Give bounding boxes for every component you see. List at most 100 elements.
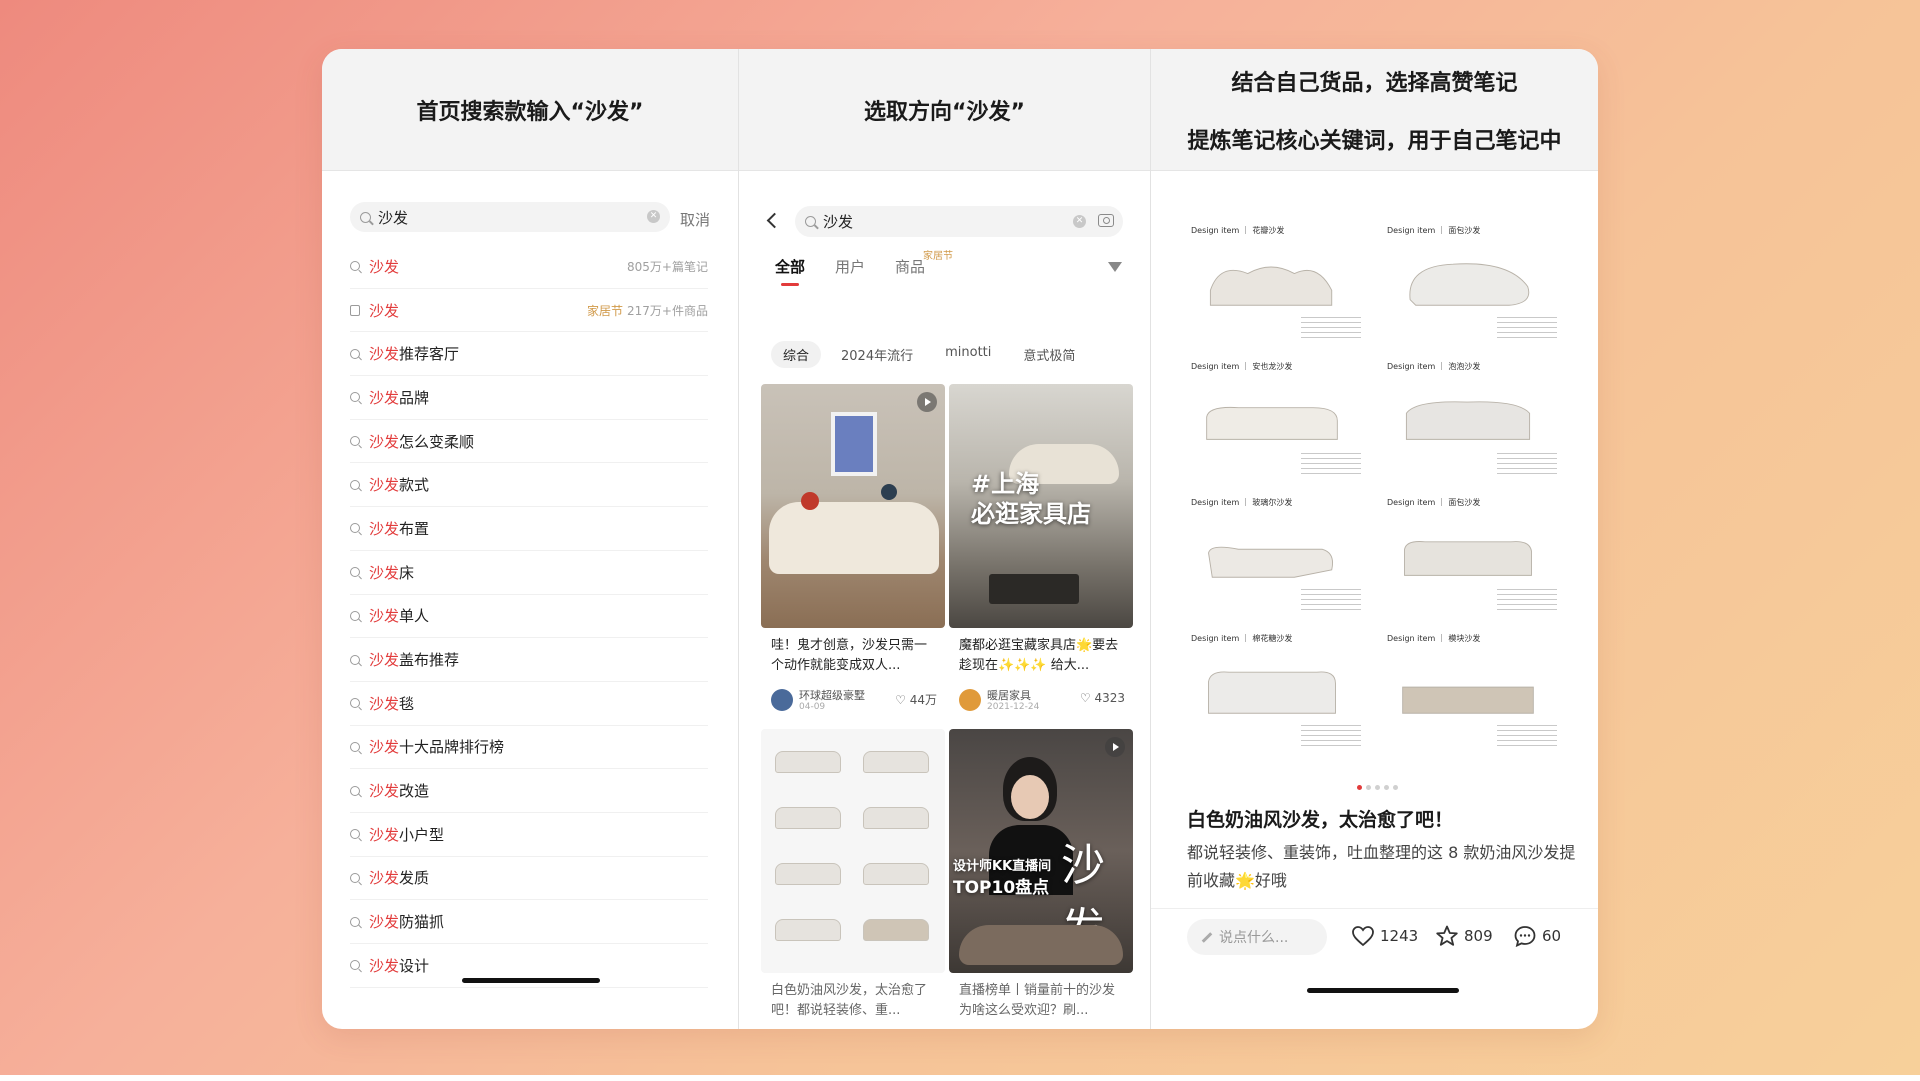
- suggestion-item[interactable]: 沙发 家居节 217万+件商品: [350, 289, 708, 333]
- carousel-dots: [1357, 785, 1398, 790]
- cover-overlay-line2: TOP10盘点: [953, 878, 1050, 898]
- suggestion-item[interactable]: 沙发 布置: [350, 507, 708, 551]
- sofa-description-lines: [1301, 725, 1361, 747]
- search-icon: [350, 916, 360, 927]
- author-name: 暖居家具: [987, 689, 1031, 702]
- search-icon: [350, 829, 360, 840]
- tab-users[interactable]: 用户: [835, 256, 865, 277]
- suggestion-item[interactable]: 沙发 发质: [350, 857, 708, 901]
- like-button[interactable]: 1243: [1351, 925, 1418, 947]
- suggestion-suffix: 发质: [399, 869, 430, 888]
- sofa-item-label: Design item ｜ 模块沙发: [1387, 634, 1481, 643]
- suggestion-item[interactable]: 沙发 小户型: [350, 813, 708, 857]
- pen-icon: [1201, 931, 1213, 943]
- sofa-image: [1208, 546, 1334, 578]
- back-icon[interactable]: [766, 212, 783, 229]
- post-date: 2021-12-24: [987, 702, 1040, 712]
- carousel-dot: [1366, 785, 1371, 790]
- suggestion-count: 805万+篇笔记: [627, 259, 708, 274]
- note-cover-image: #上海 必逛家具店: [949, 384, 1133, 628]
- suggestion-suffix: 品牌: [399, 388, 430, 407]
- step3-title-line2: 提炼笔记核心关键词，用于自己笔记中: [1187, 128, 1562, 154]
- like-count[interactable]: ♡ 44万: [895, 691, 937, 708]
- suggestion-keyword: 沙发: [369, 956, 400, 975]
- suggestion-item[interactable]: 沙发 十大品牌排行榜: [350, 726, 708, 770]
- suggestion-item[interactable]: 沙发 推荐客厅: [350, 332, 708, 377]
- suggestion-item[interactable]: 沙发床: [350, 551, 708, 595]
- suggestion-item[interactable]: 沙发 单人: [350, 595, 708, 639]
- search-query: 沙发: [378, 208, 409, 227]
- note-title: 魔都必逛宝藏家具店🌟要去趁现在✨✨✨ 给大...: [959, 638, 1119, 673]
- suggestion-keyword: 沙发: [369, 432, 400, 451]
- chip-composite[interactable]: 综合: [771, 341, 822, 368]
- note-title: 哇！鬼才创意，沙发只需一个动作就能变成双人...: [771, 638, 928, 673]
- cancel-button[interactable]: 取消: [680, 209, 710, 230]
- sofa-item-label: Design item ｜ 安也龙沙发: [1191, 362, 1293, 371]
- sofa-item-label: Design item ｜ 面包沙发: [1387, 498, 1481, 507]
- cover-overlay-line2: 必逛家具店: [971, 500, 1091, 528]
- note-title: 直播榜单丨销量前十的沙发 为啥这么受欢迎？刷...: [959, 983, 1116, 1018]
- suggestion-suffix: 款式: [399, 476, 430, 495]
- search-suggestions-panel: 首页搜索款输入“沙发” 沙发 ✕ 取消 沙发 805万+篇笔记 沙发 家居节 217万+…: [322, 49, 738, 1029]
- like-count-value: 4323: [1094, 691, 1125, 705]
- suggestion-item[interactable]: 沙发 改造: [350, 769, 708, 813]
- search-input[interactable]: 沙发 ✕: [350, 202, 670, 232]
- note-card[interactable]: 设计师KK直播间 TOP10盘点 沙发 直播榜单丨销量前十的沙发 为啥这么受欢迎…: [949, 729, 1133, 1029]
- collect-button[interactable]: 809: [1435, 925, 1493, 947]
- suggestion-item[interactable]: 沙发 款式: [350, 463, 708, 508]
- home-indicator: [1307, 988, 1459, 993]
- suggestion-suffix: 怎么变柔顺: [399, 432, 475, 451]
- chip-italian-minimal[interactable]: 意式极简: [1011, 341, 1087, 368]
- sofa-item: Design item ｜ 模块沙发: [1387, 633, 1567, 763]
- clear-icon[interactable]: ✕: [1073, 215, 1086, 228]
- search-input[interactable]: 沙发 ✕: [795, 206, 1123, 237]
- tab-all[interactable]: 全部: [775, 256, 805, 286]
- note-card[interactable]: 白色奶油风沙发，太治愈了吧！都说轻装修、重...: [761, 729, 945, 1029]
- suggestion-item[interactable]: 沙发 品牌: [350, 376, 708, 420]
- suggestion-keyword: 沙发: [369, 651, 400, 670]
- author-name: 环球超级豪墅: [799, 689, 865, 702]
- comment-input[interactable]: 说点什么...: [1187, 919, 1327, 955]
- suggestion-item[interactable]: 沙发 805万+篇笔记: [350, 245, 708, 289]
- search-icon: [350, 654, 360, 665]
- suggestion-keyword: 沙发: [369, 257, 400, 276]
- suggestion-item[interactable]: 沙发 怎么变柔顺: [350, 420, 708, 464]
- suggestion-suffix: 盖布推荐: [399, 651, 460, 670]
- bag-icon: [350, 304, 360, 316]
- suggestion-keyword: 沙发: [369, 607, 400, 626]
- note-body: 都说轻装修、重装饰，吐血整理的这 8 款奶油风沙发提前收藏🌟好哦: [1187, 843, 1576, 890]
- search-icon: [350, 479, 360, 490]
- suggestion-suffix: 设计: [399, 956, 430, 975]
- suggestion-item[interactable]: 沙发毯: [350, 682, 708, 726]
- comment-button[interactable]: 60: [1513, 925, 1561, 947]
- clear-icon[interactable]: ✕: [647, 210, 660, 223]
- step2-header: 选取方向“沙发”: [739, 49, 1150, 171]
- note-title: 白色奶油风沙发，太治愈了吧！: [1187, 809, 1454, 831]
- suggestion-keyword: 沙发: [369, 476, 400, 495]
- tab-products[interactable]: 商品 家居节: [895, 251, 953, 277]
- camera-icon[interactable]: [1098, 214, 1114, 227]
- suggestion-item[interactable]: 沙发 防猫抓: [350, 900, 708, 944]
- filter-icon[interactable]: [1108, 262, 1122, 272]
- comment-icon: [1514, 926, 1536, 947]
- step2-title: 选取方向“沙发”: [864, 99, 1025, 125]
- note-card[interactable]: #上海 必逛家具店 魔都必逛宝藏家具店🌟要去趁现在✨✨✨ 给大... 暖居家具 …: [949, 384, 1133, 714]
- sofa-description-lines: [1301, 317, 1361, 339]
- suggestion-item[interactable]: 沙发 盖布推荐: [350, 638, 708, 682]
- suggestion-keyword: 沙发: [369, 301, 400, 320]
- chip-minotti[interactable]: minotti: [933, 341, 1003, 368]
- sofa-item-label: Design item ｜ 面包沙发: [1387, 226, 1481, 235]
- filter-chips: 综合 2024年流行 minotti 意式极简: [771, 341, 1087, 368]
- thumbnail-sofa: [775, 863, 841, 885]
- like-count[interactable]: ♡ 4323: [1080, 691, 1125, 705]
- note-card[interactable]: 哇！鬼才创意，沙发只需一个动作就能变成双人... 环球超级豪墅 04-09 ♡ …: [761, 384, 945, 714]
- star-icon: [1436, 925, 1458, 946]
- comment-count: 60: [1542, 927, 1562, 945]
- chip-2024-trend[interactable]: 2024年流行: [829, 341, 925, 368]
- sofa-image: [1409, 263, 1530, 306]
- suggestion-count: 217万+件商品: [627, 303, 708, 318]
- search-icon: [350, 785, 360, 796]
- sofa-image: [1402, 686, 1534, 714]
- like-count: 1243: [1380, 927, 1419, 945]
- thumbnail-sofa: [775, 919, 841, 941]
